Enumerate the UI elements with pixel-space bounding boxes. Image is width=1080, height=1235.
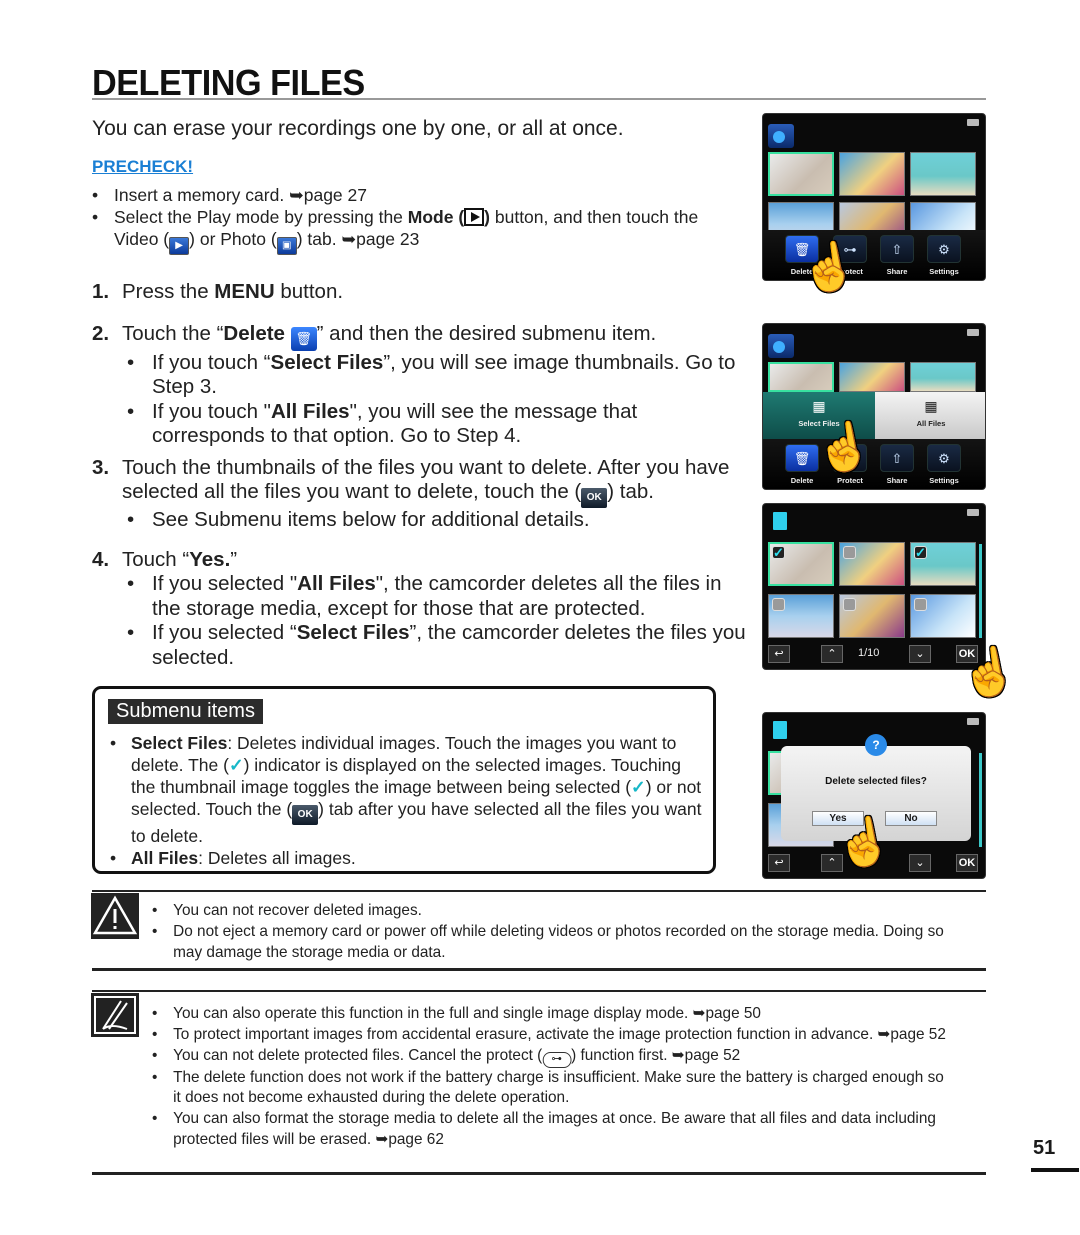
intro-text: You can erase your recordings one by one… (92, 117, 624, 140)
screen-selection: ✓ ✓ ↩ ⌃ 1/10 ⌄ OK (762, 503, 986, 670)
page-down-button[interactable]: ⌄ (909, 645, 931, 663)
page-indicator: 1/10 (858, 647, 880, 659)
page-number-bar (1031, 1168, 1079, 1172)
battery-icon (967, 509, 979, 516)
all-files-icon: ▦ (924, 398, 938, 414)
page-ref-link[interactable]: ➥page 23 (341, 229, 419, 249)
dialog-message: Delete selected files? (825, 776, 927, 787)
check-icon: ✓ (228, 755, 244, 775)
share-button[interactable]: ⇧ (880, 235, 914, 263)
step-bullet: If you selected "All Files", the camcord… (122, 572, 747, 621)
checkbox[interactable] (914, 598, 927, 611)
battery-icon (967, 329, 979, 336)
play-mode-icon (464, 208, 485, 226)
note-item: You can also format the storage media to… (152, 1109, 949, 1151)
delete-icon: 🗑 (290, 326, 317, 351)
select-files-icon: ▦ (812, 398, 826, 414)
note-item: You can not delete protected files. Canc… (152, 1046, 949, 1068)
scrollbar[interactable] (979, 544, 982, 638)
caution-list: You can not recover deleted images. Do n… (152, 901, 949, 963)
page-ref-link[interactable]: ➥page 52 (672, 1047, 740, 1064)
ok-button[interactable]: OK (956, 854, 978, 872)
thumbnail[interactable] (768, 152, 834, 196)
step-bullet: If you touch “Select Files”, you will se… (122, 351, 747, 400)
battery-icon (967, 119, 979, 126)
question-icon: ? (865, 734, 887, 756)
note-icon (91, 993, 139, 1037)
thumbnail[interactable] (839, 152, 905, 196)
note-item: To protect important images from acciden… (152, 1025, 949, 1046)
checkbox-checked[interactable]: ✓ (772, 546, 785, 559)
page-up-button[interactable]: ⌃ (821, 645, 843, 663)
step-4: 4. Touch “Yes.” If you selected "All Fil… (92, 548, 747, 671)
page-ref-link[interactable]: ➥page 27 (289, 185, 367, 205)
checkbox-checked[interactable]: ✓ (914, 546, 927, 559)
steps-list: 1. Press the MENU button. 2. Touch the “… (92, 280, 747, 670)
no-button[interactable]: No (885, 811, 937, 826)
title-divider (92, 98, 986, 100)
caution-divider-bottom (92, 968, 986, 971)
note-item: The delete function does not work if the… (152, 1068, 949, 1110)
step-3: 3. Touch the thumbnails of the files you… (92, 456, 747, 533)
note-divider-top (92, 990, 986, 992)
photo-tab-icon: ▣ (276, 237, 297, 255)
back-button[interactable]: ↩ (768, 854, 790, 872)
caution-item: Do not eject a memory card or power off … (152, 922, 949, 964)
note-divider-bottom (92, 1172, 986, 1175)
submenu-list: Select Files: Deletes individual images.… (108, 732, 708, 869)
precheck-item: Insert a memory card. ➥page 27 (92, 184, 732, 206)
page-ref-link[interactable]: ➥page 52 (877, 1026, 945, 1043)
step-2: 2. Touch the “Delete 🗑” and then the des… (92, 322, 747, 449)
all-files-option[interactable]: ▦ All Files (875, 392, 985, 442)
back-button[interactable]: ↩ (768, 645, 790, 663)
settings-button[interactable]: ⚙ (927, 444, 961, 472)
check-icon: ✓ (631, 777, 646, 797)
thumbnail[interactable] (910, 152, 976, 196)
checkbox[interactable] (772, 598, 785, 611)
note-item: You can also operate this function in th… (152, 1004, 949, 1025)
precheck-list: Insert a memory card. ➥page 27 Select th… (92, 184, 732, 255)
menu-strip: 🗑 ⊶ ⇧ ⚙ Delete Protect Share Settings (763, 230, 985, 280)
hand-pointer-icon: ☝ (810, 416, 877, 478)
hand-pointer-icon: ☝ (830, 811, 897, 873)
page-ref-link[interactable]: ➥page 50 (693, 1005, 761, 1022)
ok-icon: OK (292, 805, 319, 825)
checkbox[interactable] (843, 546, 856, 559)
hand-pointer-icon: ☝ (795, 236, 862, 298)
page-down-button[interactable]: ⌄ (909, 854, 931, 872)
caution-divider-top (92, 890, 986, 892)
page-ref-link[interactable]: ➥page 62 (375, 1131, 443, 1148)
trash-icon (773, 512, 787, 530)
screen-menu: 🗑 ⊶ ⇧ ⚙ Delete Protect Share Settings (762, 113, 986, 281)
step-bullet: If you selected “Select Files”, the camc… (122, 621, 747, 670)
submenu-item: Select Files: Deletes individual images.… (108, 732, 708, 847)
step-1: 1. Press the MENU button. (92, 280, 344, 303)
video-mode-icon (768, 334, 794, 358)
step-bullet: See Submenu items below for additional d… (122, 508, 747, 533)
ok-icon: OK (581, 488, 608, 508)
precheck-item: Select the Play mode by pressing the Mod… (92, 206, 732, 255)
submenu-heading: Submenu items (108, 699, 263, 724)
page-number: 51 (1033, 1137, 1056, 1159)
thumbnail (910, 362, 976, 392)
hand-pointer-icon: ☝ (955, 641, 1022, 703)
thumbnail (839, 362, 905, 392)
trash-icon (773, 721, 787, 739)
caution-icon (91, 893, 139, 939)
thumbnail (768, 362, 834, 392)
protect-key-icon: ⊶ (542, 1051, 572, 1068)
precheck-link[interactable]: PRECHECK! (92, 157, 193, 177)
settings-button[interactable]: ⚙ (927, 235, 961, 263)
battery-icon (967, 718, 979, 725)
checkbox[interactable] (843, 598, 856, 611)
note-list: You can also operate this function in th… (152, 1004, 949, 1151)
submenu-item: All Files: Deletes all images. (108, 847, 708, 869)
video-mode-icon (768, 124, 794, 148)
video-tab-icon: ▶ (169, 237, 190, 255)
step-bullet: If you touch "All Files", you will see t… (122, 400, 747, 449)
share-button[interactable]: ⇧ (880, 444, 914, 472)
scrollbar[interactable] (979, 753, 982, 847)
caution-item: You can not recover deleted images. (152, 901, 949, 922)
